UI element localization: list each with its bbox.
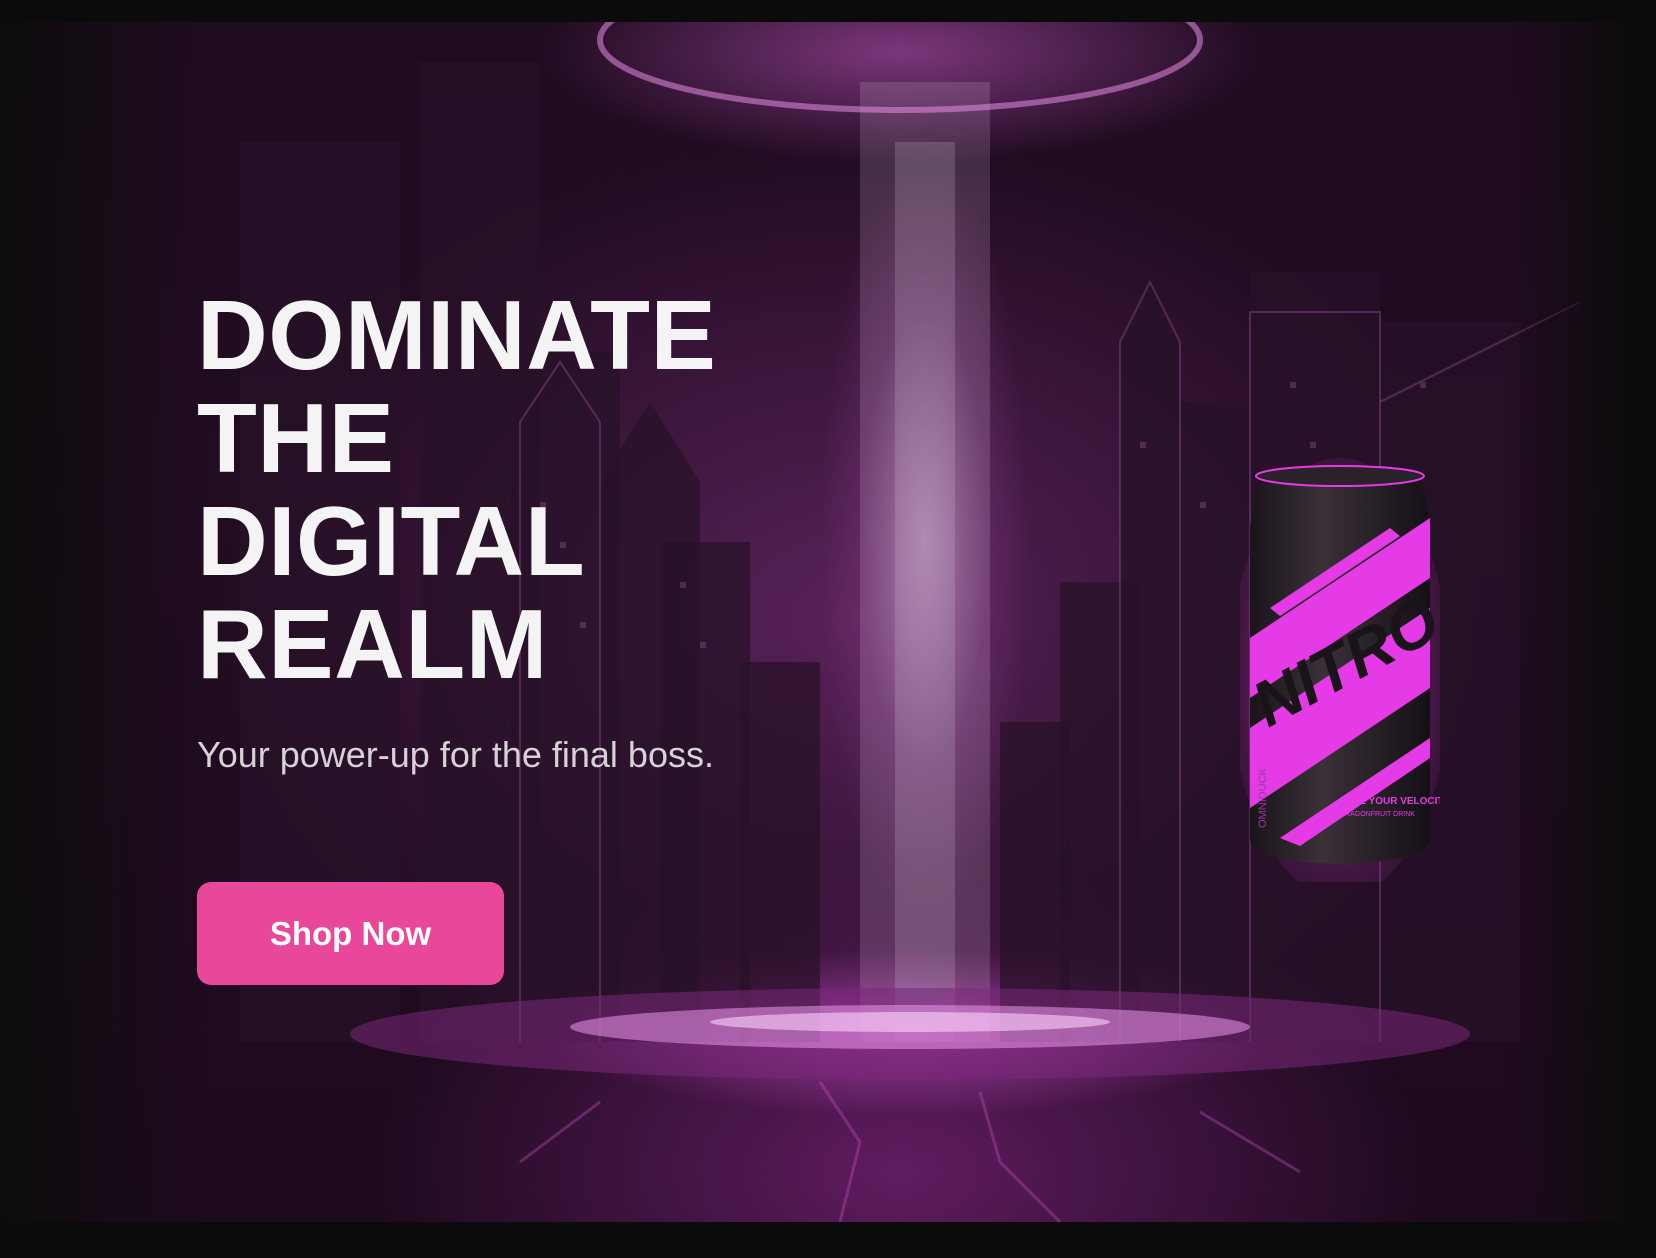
hero-banner: NITRO FUEL YOUR VELOCITY DRAGONFRUIT DRI… (0, 22, 1624, 1222)
hero-headline: DOMINATE THE DIGITAL REALM (197, 284, 837, 696)
can-tagline-text: FUEL YOUR VELOCITY (1340, 796, 1440, 807)
left-vignette (0, 22, 210, 1222)
hero-copy: DOMINATE THE DIGITAL REALM Your power-up… (197, 284, 837, 776)
page: NITRO FUEL YOUR VELOCITY DRAGONFRUIT DRI… (0, 0, 1656, 1258)
can-flavor-text: DRAGONFRUIT DRINK (1340, 811, 1415, 818)
headline-line: THE (197, 383, 395, 493)
hero-subtitle: Your power-up for the final boss. (197, 734, 714, 775)
right-vignette (1504, 22, 1624, 1222)
headline-line: DOMINATE (197, 280, 717, 390)
nitro-energy-can-image: NITRO FUEL YOUR VELOCITY DRAGONFRUIT DRI… (1240, 458, 1440, 882)
headline-line: REALM (197, 589, 548, 699)
shop-now-button[interactable]: Shop Now (197, 882, 504, 985)
headline-line: DIGITAL (197, 486, 586, 596)
can-side-text: OMNIDUCK (1257, 767, 1269, 828)
